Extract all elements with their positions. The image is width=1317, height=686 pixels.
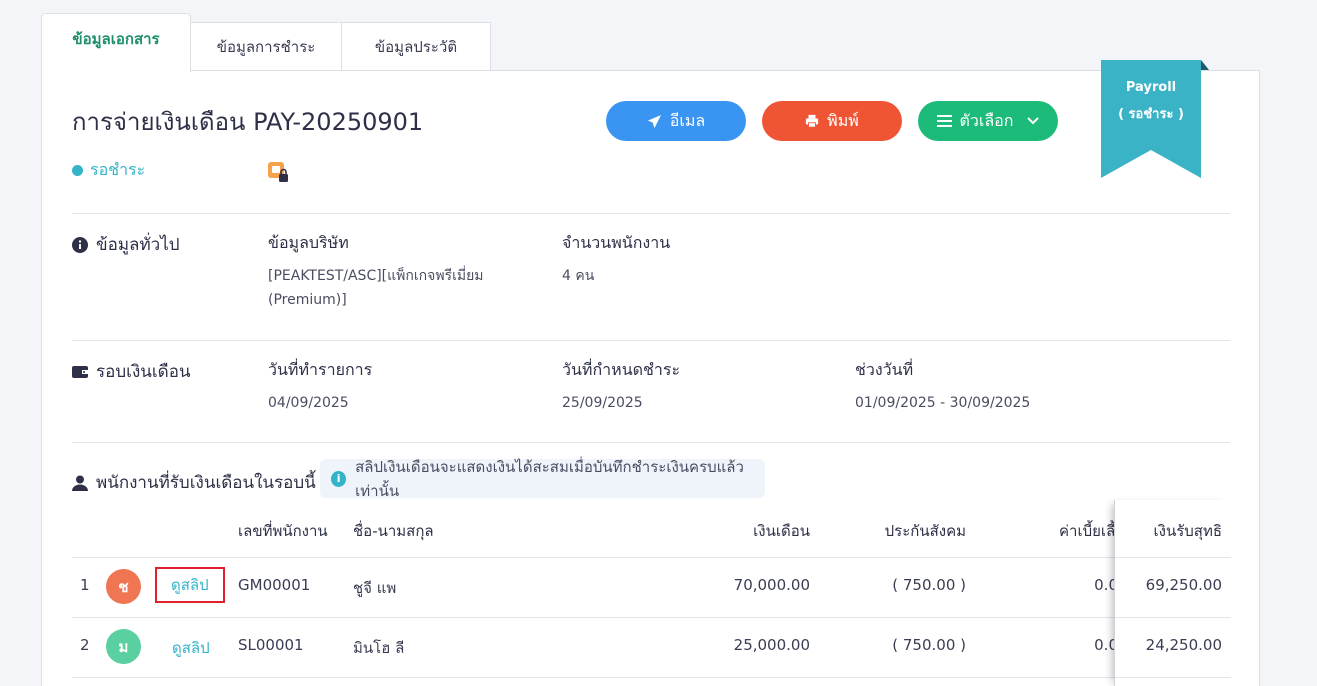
table-row-divider — [1115, 617, 1231, 618]
table-row-divider — [1115, 557, 1231, 558]
status-indicator: รอชำระ — [72, 158, 145, 183]
tab-history-info[interactable]: ข้อมูลประวัติ — [342, 22, 491, 72]
wallet-icon — [72, 365, 88, 378]
tab-document-info[interactable]: ข้อมูลเอกสาร — [41, 13, 191, 72]
allowance-value: 0.0 — [1094, 636, 1114, 654]
column-header-social-security[interactable]: ประกันสังคม — [885, 519, 966, 543]
transaction-date-value: 04/09/2025 — [268, 395, 349, 411]
divider — [72, 213, 1230, 214]
section-label-text: รอบเงินเดือน — [96, 362, 191, 382]
print-button[interactable]: พิมพ์ — [762, 101, 902, 141]
company-info-field: ข้อมูลบริษัท [PEAKTEST/ASC][แพ็กเกจพรีเม… — [268, 231, 484, 312]
row-number: 2 — [80, 636, 90, 654]
user-icon — [72, 475, 88, 491]
info-circle-icon — [72, 236, 88, 253]
company-info-value-line2: (Premium)] — [268, 292, 347, 308]
column-header-allowance[interactable]: ค่าเบี้ยเลี้ย — [1059, 519, 1114, 543]
transaction-date-label: วันที่ทำรายการ — [268, 360, 373, 379]
period-label: ช่วงวันที่ — [855, 360, 914, 379]
chevron-down-icon — [1027, 117, 1040, 125]
document-tabs: ข้อมูลเอกสาร ข้อมูลการชำระ ข้อมูลประวัติ — [41, 12, 491, 72]
ribbon-status: ( รอชำระ ) — [1118, 107, 1184, 122]
column-header-salary[interactable]: เงินเดือน — [753, 519, 810, 543]
options-button-label: ตัวเลือก — [959, 110, 1014, 130]
print-button-label: พิมพ์ — [827, 110, 859, 130]
net-pay-value: 24,250.00 — [1145, 636, 1222, 654]
employee-id: GM00001 — [238, 576, 311, 594]
locked-document-icon — [268, 162, 288, 182]
view-payslip-link[interactable]: ดูสลิป — [172, 636, 210, 660]
allowance-value: 0.0 — [1094, 576, 1114, 594]
employee-name: ชูจี แพ — [353, 579, 397, 597]
column-header-name[interactable]: ชื่อ-นามสกุล — [353, 519, 434, 543]
paper-plane-icon — [647, 114, 661, 128]
avatar: ม — [106, 629, 141, 664]
printer-icon — [806, 114, 819, 128]
divider — [72, 442, 1230, 443]
salary-value: 25,000.00 — [733, 636, 810, 654]
due-date-label: วันที่กำหนดชำระ — [562, 360, 681, 379]
employees-section-label: พนักงานที่รับเงินเดือนในรอบนี้ — [72, 469, 316, 496]
page-title: การจ่ายเงินเดือน PAY-20250901 — [72, 108, 424, 136]
net-pay-sticky-column: เงินรับสุทธิ 69,250.00 24,250.00 — [1114, 500, 1231, 686]
company-info-label: ข้อมูลบริษัท — [268, 233, 349, 252]
ribbon-title: Payroll — [1125, 80, 1177, 95]
payroll-cycle-section-label: รอบเงินเดือน — [72, 358, 191, 385]
row-number: 1 — [80, 576, 90, 594]
due-date-field: วันที่กำหนดชำระ 25/09/2025 — [562, 358, 680, 415]
period-value: 01/09/2025 - 30/09/2025 — [855, 395, 1031, 411]
options-dropdown-button[interactable]: ตัวเลือก — [918, 101, 1058, 141]
status-dot-icon — [72, 165, 83, 176]
transaction-date-field: วันที่ทำรายการ 04/09/2025 — [268, 358, 372, 415]
status-text: รอชำระ — [90, 160, 146, 179]
ribbon-fold — [1201, 60, 1209, 70]
payslip-info-note: i สลิปเงินเดือนจะแสดงเงินได้สะสมเมื่อบัน… — [320, 458, 765, 500]
divider — [72, 340, 1230, 341]
section-label-text: พนักงานที่รับเงินเดือนในรอบนี้ — [96, 473, 316, 493]
employee-id: SL00001 — [238, 636, 304, 654]
email-button-label: อีเมล — [669, 110, 706, 130]
column-header-net-pay[interactable]: เงินรับสุทธิ — [1154, 519, 1222, 543]
view-payslip-link[interactable]: ดูสลิป — [155, 567, 225, 603]
employee-count-label: จำนวนพนักงาน — [562, 233, 671, 252]
net-pay-value: 69,250.00 — [1145, 576, 1222, 594]
employee-count-field: จำนวนพนักงาน 4 คน — [562, 231, 670, 288]
info-icon: i — [331, 470, 347, 487]
info-note-text: สลิปเงินเดือนจะแสดงเงินได้สะสมเมื่อบันทึ… — [355, 457, 744, 500]
column-header-employee-id[interactable]: เลขที่พนักงาน — [238, 519, 328, 543]
section-label-text: ข้อมูลทั่วไป — [96, 235, 180, 255]
email-button[interactable]: อีเมล — [606, 101, 746, 141]
social-security-value: ( 750.00 ) — [892, 576, 966, 594]
tab-label: ข้อมูลเอกสาร — [72, 30, 160, 48]
tab-label: ข้อมูลประวัติ — [374, 38, 458, 56]
company-info-value: [PEAKTEST/ASC][แพ็กเกจพรีเมี่ยม (Premium… — [268, 264, 484, 312]
tab-payment-info[interactable]: ข้อมูลการชำระ — [191, 22, 342, 72]
period-field: ช่วงวันที่ 01/09/2025 - 30/09/2025 — [855, 358, 1030, 415]
menu-icon — [936, 115, 952, 127]
employee-count-value: 4 คน — [562, 268, 595, 284]
table-row-divider — [1115, 677, 1231, 678]
tab-label: ข้อมูลการชำระ — [216, 38, 316, 56]
social-security-value: ( 750.00 ) — [892, 636, 966, 654]
due-date-value: 25/09/2025 — [562, 395, 643, 411]
allowance-column: ค่าเบี้ยเลี้ย 0.0 0.0 — [978, 510, 1114, 686]
employee-name: มินโฮ ลี — [353, 639, 405, 657]
general-info-section-label: ข้อมูลทั่วไป — [72, 231, 180, 258]
salary-value: 70,000.00 — [733, 576, 810, 594]
status-ribbon: Payroll ( รอชำระ ) — [1101, 60, 1209, 178]
company-info-value-line1: [PEAKTEST/ASC][แพ็กเกจพรีเมี่ยม — [268, 268, 484, 284]
avatar: ช — [106, 569, 141, 604]
